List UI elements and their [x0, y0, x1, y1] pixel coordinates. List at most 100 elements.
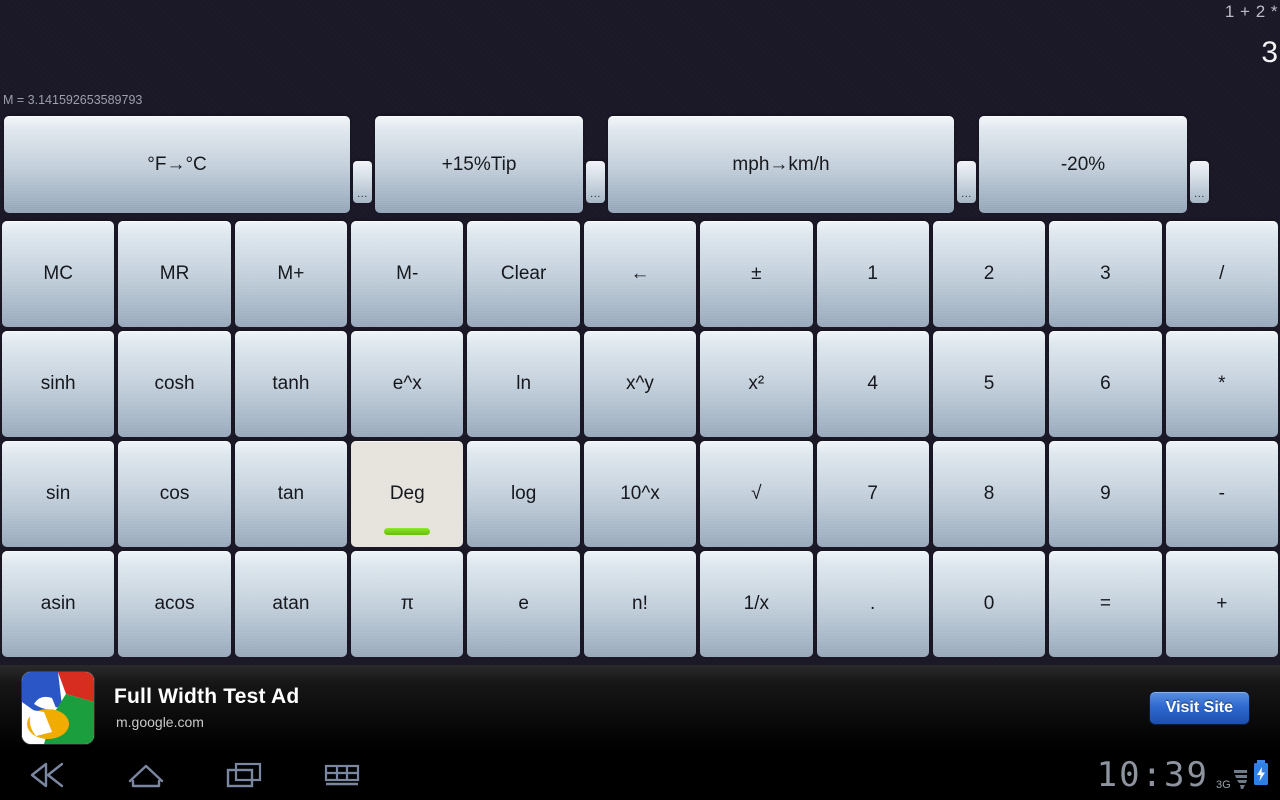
key-clear[interactable]: Clear — [467, 221, 581, 327]
memory-value-text: M = 3.141592653589793 — [3, 93, 143, 107]
ad-banner[interactable]: Full Width Test Ad m.google.com Visit Si… — [0, 665, 1280, 750]
key-power[interactable]: x^y — [583, 331, 697, 437]
key-label: cos — [159, 483, 190, 504]
back-arrow-icon[interactable] — [22, 755, 74, 795]
key-4[interactable]: 4 — [816, 331, 930, 437]
key-asin[interactable]: asin — [2, 551, 115, 657]
key-label: Deg — [389, 483, 425, 504]
ad-title: Full Width Test Ad — [114, 685, 300, 708]
key-angle-mode[interactable]: Deg — [351, 441, 464, 547]
key-memory-recall[interactable]: MR — [118, 221, 232, 327]
key-tanh[interactable]: tanh — [234, 331, 348, 437]
key-equals[interactable]: = — [1049, 551, 1162, 657]
shortcut-button[interactable]: °F→°C — [4, 116, 350, 213]
key-divide[interactable]: / — [1165, 221, 1279, 327]
key-euler[interactable]: e — [467, 551, 581, 657]
key-label: * — [1218, 373, 1226, 394]
key-square[interactable]: x² — [700, 331, 813, 437]
key-exp[interactable]: e^x — [351, 331, 464, 437]
key-label: = — [1099, 593, 1111, 614]
google-g-icon — [22, 671, 94, 744]
key-label: π — [400, 593, 414, 614]
key-factorial[interactable]: n! — [583, 551, 697, 657]
key-memory-clear[interactable]: MC — [2, 221, 115, 327]
key-log[interactable]: log — [467, 441, 581, 547]
key-6[interactable]: 6 — [1049, 331, 1162, 437]
keypad-row: asin acos atan π e n! 1/x. 0 = + — [0, 551, 1280, 657]
visit-site-button[interactable]: Visit Site — [1148, 690, 1250, 725]
key-reciprocal[interactable]: 1/x — [700, 551, 813, 657]
ad-url: m.google.com — [116, 714, 204, 730]
key-label: x^y — [626, 373, 654, 394]
recent-apps-icon[interactable] — [218, 755, 270, 795]
key-add[interactable]: + — [1165, 551, 1279, 657]
key-label: ln — [516, 373, 532, 394]
keypad: MC MR M+ M- Clear ← ±1 2 3 / sinh cosh tanh e^x ln x^y x… — [0, 221, 1280, 665]
key-label: 4 — [867, 373, 878, 394]
key-label: e^x — [392, 373, 422, 394]
key-acos[interactable]: acos — [118, 551, 232, 657]
keyboard-icon[interactable] — [316, 755, 368, 795]
shortcut-button[interactable]: -20% — [979, 116, 1187, 213]
keypad-row: sinh cosh tanh e^x ln x^y x² 4 5 6 * — [0, 331, 1280, 437]
key-label: MC — [43, 263, 73, 284]
key-label: n! — [632, 593, 648, 614]
key-7[interactable]: 7 — [816, 441, 930, 547]
home-icon[interactable] — [120, 755, 172, 795]
key-pi[interactable]: π — [351, 551, 464, 657]
result-text: 3 — [1261, 36, 1278, 69]
nav-button-group — [22, 755, 368, 795]
key-label: Clear — [500, 263, 547, 284]
key-ln[interactable]: ln — [467, 331, 581, 437]
battery-charging-icon — [1252, 759, 1270, 792]
key-label: M+ — [277, 263, 305, 284]
key-label: cosh — [154, 373, 195, 394]
shortcut-button[interactable]: +15%Tip — [375, 116, 583, 213]
key-8[interactable]: 8 — [932, 441, 1046, 547]
key-sin[interactable]: sin — [2, 441, 115, 547]
key-label: + — [1216, 593, 1228, 614]
key-backspace[interactable]: ← — [583, 221, 697, 327]
key-label: sinh — [40, 373, 76, 394]
key-cos[interactable]: cos — [118, 441, 232, 547]
keypad-row: sin cos tan Deg log 10^x √ 7 8 9 - — [0, 441, 1280, 547]
key-label: 6 — [1100, 373, 1111, 394]
key-label: acos — [154, 593, 195, 614]
system-navigation-bar: 10:39 3G — [0, 750, 1280, 800]
key-label: √ — [751, 483, 762, 504]
keypad-row: MC MR M+ M- Clear ← ±1 2 3 / — [0, 221, 1280, 327]
shortcut-overflow-handle[interactable]: ... — [353, 161, 372, 203]
key-multiply[interactable]: * — [1165, 331, 1279, 437]
status-icons: 3G — [1216, 759, 1270, 792]
key-1[interactable]: 1 — [816, 221, 930, 327]
key-label: 2 — [983, 263, 995, 284]
key-label: 9 — [1100, 483, 1111, 504]
key-cosh[interactable]: cosh — [118, 331, 232, 437]
key-decimal[interactable]: . — [816, 551, 930, 657]
shortcut-overflow-handle[interactable]: ... — [586, 161, 605, 203]
key-sqrt[interactable]: √ — [700, 441, 813, 547]
shortcut-overflow-handle[interactable]: ... — [957, 161, 976, 203]
key-5[interactable]: 5 — [932, 331, 1046, 437]
shortcut-overflow-handle[interactable]: ... — [1190, 161, 1209, 203]
key-label: tan — [277, 483, 305, 504]
key-atan[interactable]: atan — [234, 551, 348, 657]
key-tan[interactable]: tan — [234, 441, 348, 547]
calculator-display[interactable]: 1 + 2 * 3 M = 3.141592653589793 — [0, 0, 1280, 112]
key-0[interactable]: 0 — [932, 551, 1046, 657]
key-label: 7 — [867, 483, 878, 504]
key-memory-subtract[interactable]: M- — [351, 221, 464, 327]
status-cluster: 10:39 3G — [1097, 755, 1270, 795]
key-ten-power[interactable]: 10^x — [583, 441, 697, 547]
key-sinh[interactable]: sinh — [2, 331, 115, 437]
key-9[interactable]: 9 — [1049, 441, 1162, 547]
key-label: x² — [748, 373, 765, 394]
key-sign-toggle[interactable]: ± — [700, 221, 813, 327]
key-memory-add[interactable]: M+ — [234, 221, 348, 327]
key-label: sin — [46, 483, 71, 504]
key-2[interactable]: 2 — [932, 221, 1046, 327]
shortcut-button[interactable]: mph→km/h — [608, 116, 954, 213]
key-3[interactable]: 3 — [1049, 221, 1162, 327]
key-label: 0 — [983, 593, 995, 614]
key-subtract[interactable]: - — [1165, 441, 1279, 547]
